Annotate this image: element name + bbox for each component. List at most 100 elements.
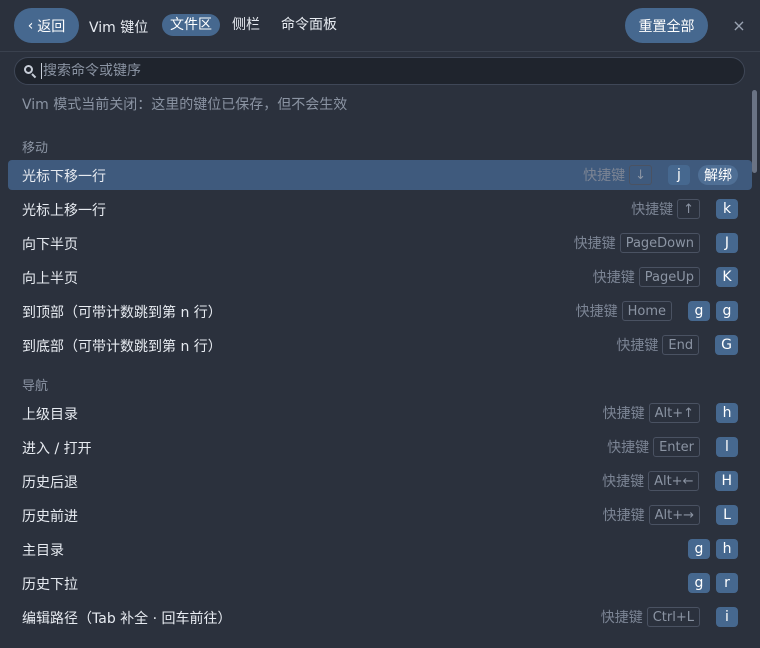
shortcut-label: 快捷键 [631, 202, 674, 218]
back-button[interactable]: ‹ 返回 [14, 8, 79, 43]
vim-key-sequence[interactable]: gh [688, 539, 738, 559]
command-label: 上级目录 [22, 407, 78, 423]
command-label: 向上半页 [22, 271, 78, 287]
command-label: 历史后退 [22, 475, 78, 491]
keybinding-row[interactable]: 历史后退 快捷键 Alt+← H [8, 466, 752, 496]
command-label: 历史下拉 [22, 577, 78, 593]
vim-key-sequence[interactable]: h [716, 403, 738, 423]
binding-group: 快捷键 Alt+← H [602, 470, 738, 492]
command-label: 光标下移一行 [22, 169, 106, 185]
shortcut-label: 快捷键 [602, 474, 645, 490]
vim-key[interactable]: i [716, 607, 738, 627]
command-label: 到顶部（可带计数跳到第 n 行） [22, 305, 222, 321]
keybinding-row[interactable]: 历史下拉 g r [8, 568, 752, 598]
vim-mode-notice: Vim 模式当前关闭：这里的键位已保存，但不会生效 [22, 97, 348, 113]
vim-key[interactable]: h [716, 539, 738, 559]
vim-key-sequence[interactable]: L [716, 505, 738, 525]
back-button-label: 返回 [37, 18, 66, 35]
shortcut-key: Home [621, 301, 672, 321]
shortcut-label: 快捷键 [573, 236, 616, 252]
command-label: 到底部（可带计数跳到第 n 行） [22, 339, 222, 355]
vim-key[interactable]: L [716, 505, 738, 525]
shortcut-label: 快捷键 [575, 304, 618, 320]
shortcut-label: 快捷键 [607, 440, 650, 456]
keybinding-row[interactable]: 历史前进 快捷键 Alt+→ L [8, 500, 752, 530]
vim-key[interactable]: g [688, 573, 710, 593]
shortcut-key: Enter [653, 437, 700, 457]
command-label: 光标上移一行 [22, 203, 106, 219]
keybinding-row[interactable]: 主目录 g h [8, 534, 752, 564]
keybinding-row[interactable]: 到顶部（可带计数跳到第 n 行） 快捷键 Home g g [8, 296, 752, 326]
vim-key-sequence[interactable]: J [716, 233, 738, 253]
keybinding-row[interactable]: 向上半页 快捷键 PageUp K [8, 262, 752, 292]
shortcut-label: 快捷键 [583, 168, 626, 184]
keybinding-row[interactable]: 上级目录 快捷键 Alt+↑ h [8, 398, 752, 428]
keybinding-row[interactable]: 进入 / 打开 快捷键 Enter l [8, 432, 752, 462]
tab-file-area[interactable]: 文件区 [162, 14, 220, 36]
search-box[interactable] [14, 57, 745, 85]
tab-command-palette[interactable]: 命令面板 [281, 14, 337, 36]
binding-group: 快捷键 Home g g [576, 300, 738, 322]
vim-key[interactable]: g [716, 301, 738, 321]
binding-group: 快捷键 Enter l [607, 436, 738, 458]
vim-key[interactable]: g [688, 539, 710, 559]
binding-group: 快捷键 PageDown J [574, 232, 738, 254]
binding-group: 快捷键 Ctrl+L i [601, 606, 738, 628]
shortcut-label: 快捷键 [600, 610, 643, 626]
shortcut-key: Ctrl+L [646, 607, 700, 627]
shortcut-label: 快捷键 [592, 270, 635, 286]
tab-sidebar[interactable]: 侧栏 [232, 14, 260, 36]
vim-key-sequence[interactable]: k [716, 199, 738, 219]
command-label: 进入 / 打开 [22, 441, 92, 457]
search-icon [23, 64, 37, 79]
vim-key[interactable]: J [716, 233, 738, 253]
command-label: 向下半页 [22, 237, 78, 253]
command-label: 主目录 [22, 543, 64, 559]
binding-group: 快捷键 Alt+→ L [603, 504, 738, 526]
shortcut-key: Alt+← [648, 471, 700, 491]
vim-key-sequence[interactable]: l [716, 437, 738, 457]
vim-key-sequence[interactable]: H [715, 471, 738, 491]
vim-key[interactable]: k [716, 199, 738, 219]
keybinding-row[interactable]: 编辑路径（Tab 补全 · 回车前往） 快捷键 Ctrl+L i [8, 602, 752, 632]
shortcut-key: Alt+→ [648, 505, 700, 525]
keybinding-row[interactable]: 光标上移一行 快捷键 ↑ k [8, 194, 752, 224]
shortcut-key: ↑ [677, 199, 700, 219]
scrollbar-thumb[interactable] [752, 90, 757, 173]
shortcut-key: PageDown [619, 233, 700, 253]
vim-key-sequence[interactable]: j [668, 165, 690, 185]
close-icon[interactable]: × [730, 16, 748, 35]
text-caret [41, 63, 42, 79]
page-title: Vim 键位 [89, 20, 149, 36]
section-label: 导航 [22, 379, 49, 394]
binding-group: 快捷键 ↑ k [631, 198, 738, 220]
keybinding-row[interactable]: 向下半页 快捷键 PageDown J [8, 228, 752, 258]
vim-key-sequence[interactable]: gg [688, 301, 738, 321]
vim-key[interactable]: r [716, 573, 738, 593]
binding-group: 快捷键 ↓ j 解绑 [583, 164, 738, 186]
vim-key-sequence[interactable]: K [716, 267, 738, 287]
binding-group: 快捷键 Alt+↑ h [603, 402, 738, 424]
shortcut-key: PageUp [638, 267, 700, 287]
shortcut-key: Alt+↑ [648, 403, 700, 423]
vim-key[interactable]: G [715, 335, 738, 355]
vim-key-sequence[interactable]: gr [688, 573, 738, 593]
vim-key[interactable]: l [716, 437, 738, 457]
vim-key[interactable]: H [715, 471, 738, 491]
command-label: 历史前进 [22, 509, 78, 525]
vim-key[interactable]: h [716, 403, 738, 423]
binding-group: 快捷键 End G [616, 334, 738, 356]
unbind-button[interactable]: 解绑 [698, 165, 738, 185]
binding-group: gh [680, 538, 738, 560]
keybinding-row[interactable]: 到底部（可带计数跳到第 n 行） 快捷键 End G [8, 330, 752, 360]
keybinding-row[interactable]: 光标下移一行 快捷键 ↓ j 解绑 [8, 160, 752, 190]
vim-key[interactable]: g [688, 301, 710, 321]
chevron-left-icon: ‹ [27, 17, 34, 34]
search-input[interactable] [43, 63, 744, 79]
shortcut-label: 快捷键 [602, 508, 645, 524]
reset-all-button[interactable]: 重置全部 [625, 8, 708, 43]
vim-key[interactable]: j [668, 165, 690, 185]
vim-key-sequence[interactable]: G [715, 335, 738, 355]
vim-key[interactable]: K [716, 267, 738, 287]
vim-key-sequence[interactable]: i [716, 607, 738, 627]
